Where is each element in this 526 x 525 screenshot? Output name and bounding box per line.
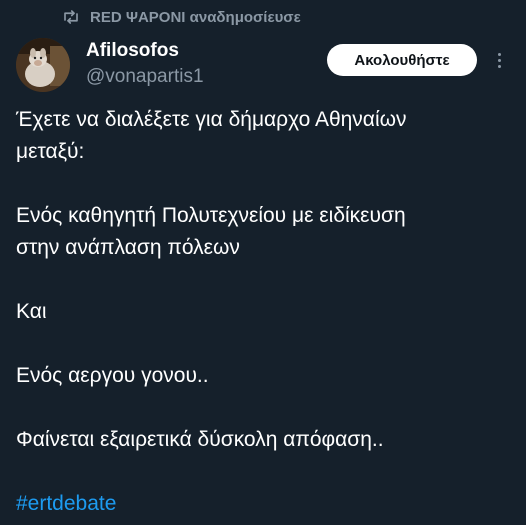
retweet-icon bbox=[62, 8, 80, 26]
author-handle[interactable]: @vonapartis1 bbox=[86, 64, 204, 90]
tweet-line: στην ανάπλαση πόλεων bbox=[16, 236, 240, 259]
more-dot bbox=[497, 58, 501, 62]
tweet-line: μεταξύ: bbox=[16, 140, 85, 163]
tweet-line: Ενός καθηγητή Πολυτεχνείου με ειδίκευση bbox=[16, 204, 406, 227]
tweet-line: Ενός αεργου γονου.. bbox=[16, 364, 209, 387]
more-vertical-icon[interactable] bbox=[492, 48, 506, 72]
avatar[interactable] bbox=[16, 38, 70, 92]
more-dot bbox=[497, 52, 501, 56]
hashtag-link[interactable]: #ertdebate bbox=[16, 488, 516, 520]
retweet-text[interactable]: RED ΨΑΡΟΝΙ αναδημοσίευσε bbox=[90, 9, 301, 26]
more-dot bbox=[497, 64, 501, 68]
avatar-image bbox=[16, 38, 70, 92]
tweet-line: Φαίνεται εξαιρετικά δύσκολη απόφαση.. bbox=[16, 428, 384, 451]
follow-button[interactable]: Ακολουθήστε bbox=[327, 44, 477, 76]
retweet-indicator[interactable]: RED ΨΑΡΟΝΙ αναδημοσίευσε bbox=[62, 6, 301, 28]
tweet-line: Και bbox=[16, 300, 47, 323]
author-info[interactable]: Afilosofos @vonapartis1 bbox=[86, 38, 204, 90]
tweet-line: Έχετε να διαλέξετε για δήμαρχο Αθηναίων bbox=[16, 108, 407, 131]
author-name[interactable]: Afilosofos bbox=[86, 38, 204, 64]
tweet-text: Έχετε να διαλέξετε για δήμαρχο Αθηναίων … bbox=[16, 104, 516, 520]
